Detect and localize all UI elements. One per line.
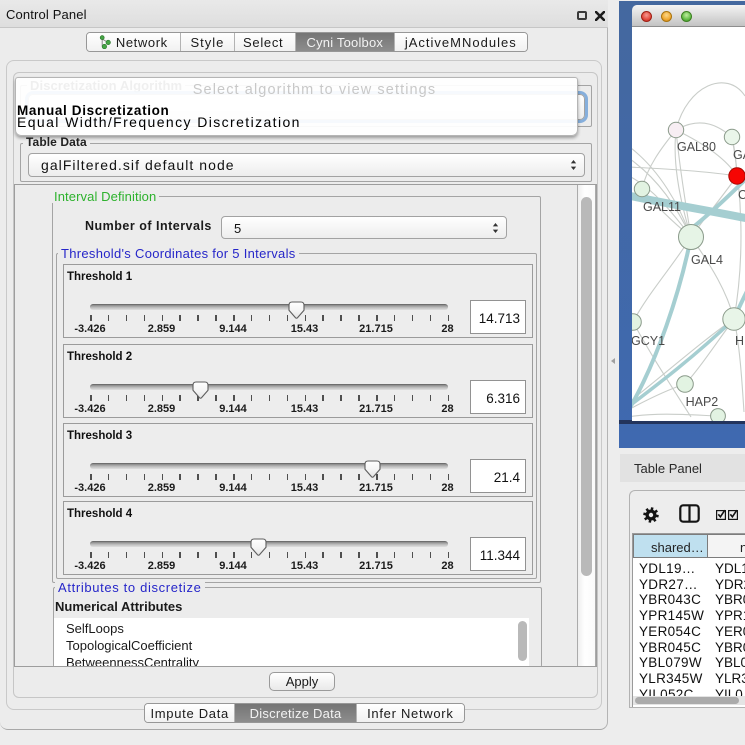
svg-text:C: C (738, 188, 745, 202)
svg-text:GAL4: GAL4 (691, 253, 723, 267)
svg-text:GAL80: GAL80 (677, 140, 716, 154)
svg-text:HAP2: HAP2 (686, 395, 719, 409)
svg-text:GAL11: GAL11 (643, 200, 681, 214)
svg-text:GA: GA (733, 148, 745, 162)
svg-text:GCY1: GCY1 (632, 334, 665, 348)
svg-text:H: H (735, 334, 744, 348)
